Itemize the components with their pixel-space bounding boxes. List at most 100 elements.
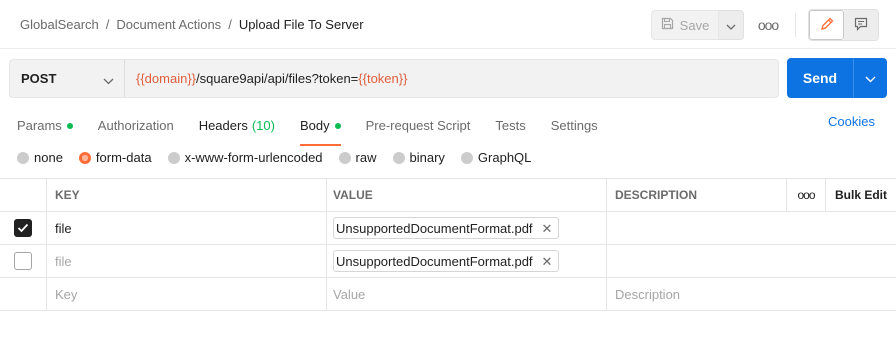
- save-dropdown-button[interactable]: [719, 10, 744, 40]
- radio-x-www-form-urlencoded[interactable]: x-www-form-urlencoded: [167, 150, 323, 165]
- radio-none[interactable]: none: [17, 150, 63, 165]
- tab-pre-request-script[interactable]: Pre-request Script: [366, 114, 471, 138]
- key-input[interactable]: file: [46, 245, 326, 277]
- key-input[interactable]: Key: [46, 278, 326, 310]
- radio-circle: [460, 151, 473, 164]
- request-header: GlobalSearch / Document Actions / Upload Fil…: [0, 0, 896, 49]
- form-data-table: KEY VALUE DESCRIPTION ooo Bulk Edit file…: [0, 178, 896, 311]
- comments-button[interactable]: [844, 10, 878, 40]
- bulk-edit-label: Bulk Edit: [834, 188, 887, 202]
- value-cell: UnsupportedDocumentFormat.pdf ✕: [326, 212, 606, 244]
- key-value: file: [55, 253, 72, 269]
- table-row: file UnsupportedDocumentFormat.pdf ✕: [0, 212, 896, 245]
- send-dropdown-button[interactable]: [853, 58, 887, 98]
- breadcrumb: GlobalSearch / Document Actions / Upload Fil…: [20, 17, 364, 32]
- key-value: file: [55, 220, 72, 236]
- radio-label: x-www-form-urlencoded: [184, 150, 323, 165]
- tab-count-badge: (10): [251, 118, 275, 133]
- file-name: UnsupportedDocumentFormat.pdf: [336, 253, 533, 269]
- tab-body[interactable]: Body: [299, 114, 341, 146]
- view-mode-toggle: [808, 9, 879, 41]
- tab-label: Body: [299, 118, 330, 133]
- description-input[interactable]: [606, 245, 786, 277]
- key-input[interactable]: file: [46, 212, 326, 244]
- comment-icon: [854, 17, 868, 34]
- send-button[interactable]: Send: [787, 58, 853, 98]
- more-icon: ooo: [797, 188, 815, 202]
- row-checkbox-cell: [0, 278, 46, 310]
- radio-label: none: [34, 150, 63, 165]
- header-checkbox-cell: [0, 179, 46, 211]
- chevron-down-icon: [103, 73, 114, 88]
- radio-binary[interactable]: binary: [392, 150, 445, 165]
- radio-label: raw: [355, 150, 377, 165]
- tab-settings[interactable]: Settings: [551, 114, 598, 138]
- status-dot: [66, 123, 73, 129]
- body-type-radio-group: none form-data x-www-form-urlencoded raw…: [17, 150, 547, 165]
- radio-label: form-data: [95, 150, 152, 165]
- radio-circle: [167, 151, 180, 164]
- radio-graphql[interactable]: GraphQL: [460, 150, 532, 165]
- edit-mode-button[interactable]: [809, 10, 844, 40]
- checkmark-icon: [17, 223, 29, 233]
- radio-raw[interactable]: raw: [338, 150, 377, 165]
- more-actions-button[interactable]: ooo: [757, 15, 779, 35]
- row-checkbox[interactable]: [14, 252, 32, 270]
- url-variable-token: {{token}}: [358, 71, 408, 86]
- radio-label: GraphQL: [477, 150, 532, 165]
- pencil-icon: [820, 17, 834, 34]
- tab-label: Tests: [495, 118, 526, 133]
- tab-label: Headers: [198, 118, 248, 133]
- row-checkbox[interactable]: [14, 219, 32, 237]
- row-checkbox-cell: [0, 245, 46, 277]
- cookies-link[interactable]: Cookies: [828, 114, 875, 130]
- request-tabs: Params Authorization Headers (10) Body Pr…: [17, 114, 623, 146]
- description-input[interactable]: Description: [606, 278, 786, 310]
- table-header-row: KEY VALUE DESCRIPTION ooo Bulk Edit: [0, 179, 896, 212]
- send-button-group: Send: [787, 58, 887, 98]
- status-dot: [334, 123, 341, 129]
- tab-headers[interactable]: Headers (10): [199, 114, 275, 138]
- file-name: UnsupportedDocumentFormat.pdf: [336, 220, 533, 236]
- column-header-description: DESCRIPTION: [606, 179, 786, 211]
- tab-label: Params: [17, 118, 62, 133]
- radio-form-data[interactable]: form-data: [78, 150, 152, 165]
- tab-params[interactable]: Params: [17, 114, 73, 138]
- breadcrumb-separator: /: [105, 17, 110, 32]
- request-name[interactable]: Upload File To Server: [239, 17, 364, 32]
- url-variable-domain: {{domain}}: [136, 71, 197, 86]
- close-icon[interactable]: ✕: [542, 255, 553, 268]
- method-label: POST: [21, 71, 57, 86]
- save-icon: [661, 17, 674, 33]
- close-icon[interactable]: ✕: [542, 222, 553, 235]
- file-chip[interactable]: UnsupportedDocumentFormat.pdf ✕: [333, 250, 560, 272]
- url-input[interactable]: {{domain}}/square9api/api/files?token={{…: [125, 59, 779, 98]
- chevron-down-icon: [865, 71, 876, 86]
- value-input[interactable]: Value: [326, 278, 606, 310]
- bulk-edit-button[interactable]: Bulk Edit: [825, 179, 896, 211]
- save-button[interactable]: Save: [651, 10, 719, 40]
- radio-label: binary: [409, 150, 445, 165]
- breadcrumb-item-collection[interactable]: GlobalSearch: [20, 17, 99, 32]
- save-group: Save: [651, 10, 744, 40]
- tab-label: Pre-request Script: [365, 118, 471, 133]
- breadcrumb-item-folder[interactable]: Document Actions: [116, 17, 221, 32]
- column-header-value: VALUE: [326, 179, 606, 211]
- divider: [795, 13, 796, 37]
- url-path: /square9api/api/files?token=: [196, 71, 359, 86]
- radio-circle: [338, 151, 351, 164]
- column-header-key: KEY: [46, 179, 326, 211]
- radio-circle: [392, 151, 405, 164]
- tab-tests[interactable]: Tests: [495, 114, 525, 138]
- save-label: Save: [679, 17, 710, 33]
- tab-authorization[interactable]: Authorization: [98, 114, 174, 138]
- value-cell: UnsupportedDocumentFormat.pdf ✕: [326, 245, 606, 277]
- value-placeholder: Value: [333, 286, 366, 302]
- file-chip[interactable]: UnsupportedDocumentFormat.pdf ✕: [333, 217, 560, 239]
- radio-circle: [17, 151, 29, 164]
- method-select[interactable]: POST: [9, 59, 125, 98]
- column-options-button[interactable]: ooo: [786, 179, 825, 211]
- description-placeholder: Description: [615, 286, 681, 302]
- description-input[interactable]: [606, 212, 786, 244]
- chevron-down-icon: [726, 18, 736, 33]
